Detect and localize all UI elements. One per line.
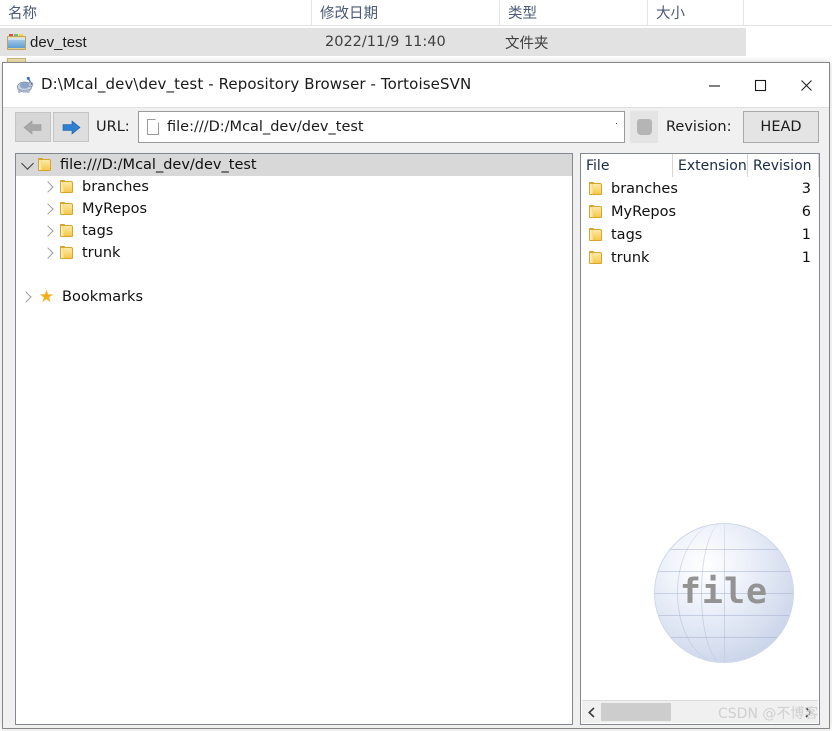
forward-button[interactable] [53,112,89,142]
panel-splitter[interactable] [573,153,579,725]
repository-icon [636,119,652,135]
explorer-row-date: 2022/11/9 11:40 [325,34,446,50]
tree-item-myrepos[interactable]: MyRepos [16,198,572,220]
chevron-right-icon[interactable] [38,247,60,259]
file-protocol-globe-watermark: file [654,523,794,663]
list-row[interactable]: tags 1 [581,223,819,246]
repository-picker-button[interactable] [630,111,658,143]
list-cell-revision: 1 [801,249,811,266]
svn-folder-icon [7,34,26,50]
list-column-revision[interactable]: Revision [748,154,819,177]
dialog-toolbar: URL: file:///D:/Mcal_dev/dev_test Revisi… [3,107,829,146]
window-controls [691,63,829,107]
list-cell-file-label: trunk [611,249,650,266]
tree-item-label: branches [82,179,149,195]
chevron-right-icon[interactable] [38,181,60,193]
scrollbar-thumb[interactable] [601,703,671,721]
tree-item-label: trunk [82,245,121,261]
list-cell-file: MyRepos [581,203,677,220]
dialog-title: D:\Mcal_dev\dev_test - Repository Browse… [41,75,472,93]
folder-icon [589,181,603,196]
explorer-file-row[interactable]: dev_test 2022/11/9 11:40 文件夹 [0,28,746,56]
file-icon [147,119,159,135]
list-horizontal-scrollbar[interactable] [582,700,818,723]
list-cell-file: tags [581,227,673,243]
repository-tree-panel[interactable]: file:///D:/Mcal_dev/dev_test branches MyRe… [15,153,573,725]
url-label: URL: [96,119,130,135]
chevron-right-icon[interactable] [38,203,60,215]
tree-item-bookmarks[interactable]: ★ Bookmarks [16,286,572,308]
list-row[interactable]: branches 3 [581,177,819,200]
dialog-titlebar[interactable]: D:\Mcal_dev\dev_test - Repository Browse… [3,63,829,107]
minimize-button[interactable] [691,63,737,107]
repository-list-panel[interactable]: File Extension Revision branches 3 MyRepos… [580,153,820,725]
folder-icon [60,224,74,238]
list-cell-file: branches [581,181,678,197]
repository-browser-dialog: D:\Mcal_dev\dev_test - Repository Browse… [2,62,830,729]
chevron-right-icon[interactable] [38,225,60,237]
back-button[interactable] [15,112,51,142]
globe-watermark-text: file [679,572,769,613]
explorer-row-name: dev_test [30,33,87,51]
list-cell-revision: 3 [801,180,811,197]
list-column-extension[interactable]: Extension [673,154,748,177]
tortoisesvn-turtle-icon [15,76,34,94]
list-cell-revision: 1 [801,226,811,243]
revision-button[interactable]: HEAD [743,111,819,143]
list-cell-file: trunk [581,250,673,266]
tree-item-tags[interactable]: tags [16,220,572,242]
list-column-file[interactable]: File [581,154,673,177]
scrollbar-track[interactable] [601,701,799,723]
explorer-column-size[interactable]: 大小 [648,0,744,25]
tree-item-label: tags [82,223,114,239]
tree-item-file-d-mcal-dev-dev-test[interactable]: file:///D:/Mcal_dev/dev_test [16,154,572,176]
url-input[interactable]: file:///D:/Mcal_dev/dev_test [167,119,364,135]
list-cell-file-label: tags [611,226,643,243]
scroll-left-arrow-icon[interactable] [582,701,601,723]
list-cell-file-label: branches [611,180,678,197]
explorer-column-date[interactable]: 修改日期 [312,0,500,25]
folder-icon [589,227,603,242]
folder-icon [60,180,74,194]
list-row[interactable]: MyRepos 6 [581,200,819,223]
folder-icon [589,250,603,265]
tree-item-label: file:///D:/Mcal_dev/dev_test [60,157,257,173]
scroll-right-arrow-icon[interactable] [799,701,818,723]
folder-icon [38,158,52,172]
folder-icon [60,202,74,216]
tree-item-trunk[interactable]: trunk [16,242,572,264]
explorer-column-type[interactable]: 类型 [500,0,648,25]
explorer-column-headers: 名称 修改日期 类型 大小 [0,0,832,26]
list-row[interactable]: trunk 1 [581,246,819,269]
list-cell-revision: 6 [801,203,811,220]
chevron-down-icon[interactable] [16,156,38,170]
star-icon: ★ [38,286,55,307]
chevron-right-icon[interactable] [16,291,38,303]
maximize-button[interactable] [737,63,783,107]
tree-item-branches[interactable]: branches [16,176,572,198]
explorer-row-type: 文件夹 [505,35,549,52]
tree-item-label: Bookmarks [62,289,144,305]
folder-icon [60,246,74,260]
revision-label: Revision: [666,119,732,135]
list-column-headers: File Extension Revision [581,154,819,177]
close-button[interactable] [783,63,829,107]
explorer-column-name[interactable]: 名称 [0,0,312,25]
url-combobox[interactable]: file:///D:/Mcal_dev/dev_test [138,111,625,143]
tree-item-label: MyRepos [82,201,148,217]
list-cell-file-label: MyRepos [611,203,677,220]
screen-root: 名称 修改日期 类型 大小 dev_test 2022/11/9 11:40 文… [0,0,832,731]
folder-icon [589,204,603,219]
